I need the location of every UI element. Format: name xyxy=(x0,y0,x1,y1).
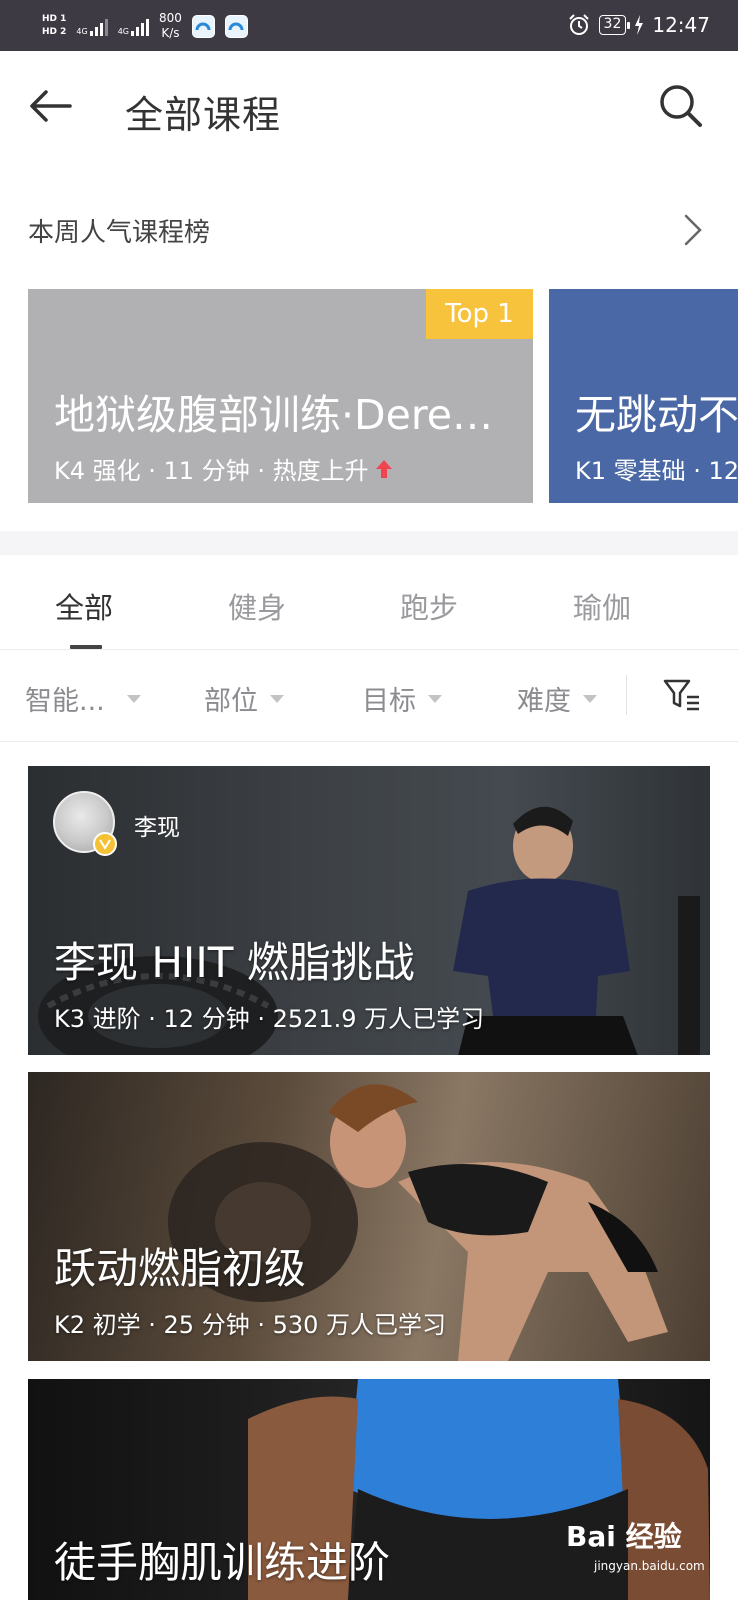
page-title: 全部课程 xyxy=(125,93,282,137)
net-speed-value: 800 xyxy=(159,11,182,25)
hd-1-label: HD 1 xyxy=(42,14,67,24)
filter-label: 部位 xyxy=(204,686,258,717)
popular-card-meta-text: K1 零基础 · 12 xyxy=(575,457,738,485)
popular-card-meta-text: K4 强化 · 11 分钟 · 热度上升 xyxy=(54,457,369,485)
course-meta: K3 进阶 · 12 分钟 · 2521.9 万人已学习 xyxy=(54,1005,485,1033)
coach-name: 李现 xyxy=(134,815,180,841)
popular-card-meta: K4 强化 · 11 分钟 · 热度上升 xyxy=(54,451,393,486)
weekly-popular-header[interactable]: 本周人气课程榜 xyxy=(0,200,738,260)
filter-bar: 智能... 部位 目标 难度 xyxy=(0,651,738,742)
watermark: Bai 经验 jingyan.baidu.com xyxy=(566,1515,716,1585)
signal-2-label: 4G xyxy=(117,27,129,36)
net-speed: 800 K/s xyxy=(159,11,182,41)
watermark-url: jingyan.baidu.com xyxy=(594,1559,705,1573)
signal-2-icon: 4G xyxy=(118,16,149,36)
notification-app-icon xyxy=(224,14,248,38)
tab-all[interactable]: 全部 xyxy=(55,585,113,627)
course-card[interactable]: 跃动燃脂初级 K2 初学 · 25 分钟 · 530 万人已学习 xyxy=(28,1072,710,1361)
popular-card-title: 无跳动不扰邻 xyxy=(575,391,738,439)
popular-card-title: 地狱级腹部训练·Derek初级 xyxy=(54,391,509,439)
battery-icon: 32 xyxy=(598,15,631,35)
popular-card-meta: K1 零基础 · 12 xyxy=(575,451,738,486)
rank-badge: Top 1 xyxy=(426,289,533,339)
popular-carousel[interactable]: Top 1 地狱级腹部训练·Derek初级 K4 强化 · 11 分钟 · 热度… xyxy=(0,289,738,503)
weekly-popular-title: 本周人气课程榜 xyxy=(28,218,211,248)
filter-separator xyxy=(626,675,627,715)
filter-label: 难度 xyxy=(517,686,571,717)
tab-running[interactable]: 跑步 xyxy=(400,585,458,627)
charging-icon xyxy=(635,15,644,35)
course-title: 跃动燃脂初级 xyxy=(54,1244,307,1293)
filter-difficulty[interactable]: 难度 xyxy=(517,679,597,718)
course-title: 李现 HIIT 燃脂挑战 xyxy=(54,938,415,987)
net-speed-unit: K/s xyxy=(161,26,180,40)
filter-icon[interactable] xyxy=(662,675,702,715)
search-icon xyxy=(660,85,702,127)
tab-yoga[interactable]: 瑜伽 xyxy=(573,585,631,627)
search-button[interactable] xyxy=(656,81,706,131)
trend-up-icon xyxy=(375,459,392,478)
filter-body-part[interactable]: 部位 xyxy=(204,679,284,718)
course-meta: K2 初学 · 25 分钟 · 530 万人已学习 xyxy=(54,1311,447,1339)
filter-smart-sort[interactable]: 智能... xyxy=(25,679,141,718)
status-bar: HD 1 HD 2 4G 4G 800 K/s 32 12:47 xyxy=(0,0,738,51)
chevron-right-icon xyxy=(684,214,702,246)
category-tabs: 全部 健身 跑步 瑜伽 xyxy=(0,555,738,650)
filter-label: 智能... xyxy=(25,686,105,717)
app-root: HD 1 HD 2 4G 4G 800 K/s 32 12:47 全部课程 本周… xyxy=(0,0,738,1600)
course-card[interactable]: 李现 李现 HIIT 燃脂挑战 K3 进阶 · 12 分钟 · 2521.9 万… xyxy=(28,766,710,1055)
popular-card[interactable]: Top 1 地狱级腹部训练·Derek初级 K4 强化 · 11 分钟 · 热度… xyxy=(28,289,533,503)
signal-1-label: 4G xyxy=(76,27,88,36)
caret-down-icon xyxy=(270,694,284,703)
status-left: HD 1 HD 2 4G 4G 800 K/s xyxy=(42,6,248,46)
tab-fitness[interactable]: 健身 xyxy=(228,585,286,627)
battery-level: 32 xyxy=(603,16,622,32)
notification-app-icon xyxy=(191,14,215,38)
hd-indicator: HD 1 HD 2 xyxy=(42,13,66,39)
caret-down-icon xyxy=(583,694,597,703)
signal-1-icon: 4G xyxy=(76,16,108,36)
back-button[interactable] xyxy=(26,81,76,131)
hd-2-label: HD 2 xyxy=(42,27,67,37)
caret-down-icon xyxy=(126,694,141,703)
verified-badge-icon xyxy=(93,832,117,856)
status-right: 32 12:47 xyxy=(567,10,710,40)
watermark-logo: Bai 经验 xyxy=(566,1520,682,1553)
app-header: 全部课程 xyxy=(0,51,738,166)
tab-active-indicator xyxy=(70,645,102,649)
section-divider xyxy=(0,531,738,555)
arrow-left-icon xyxy=(30,90,72,122)
filter-goal[interactable]: 目标 xyxy=(362,679,442,718)
filter-label: 目标 xyxy=(362,686,416,717)
alarm-icon xyxy=(568,14,589,35)
status-time: 12:47 xyxy=(652,13,710,37)
popular-card[interactable]: 无跳动不扰邻 K1 零基础 · 12 xyxy=(549,289,738,503)
caret-down-icon xyxy=(428,694,442,703)
course-title: 徒手胸肌训练进阶 xyxy=(54,1538,391,1587)
